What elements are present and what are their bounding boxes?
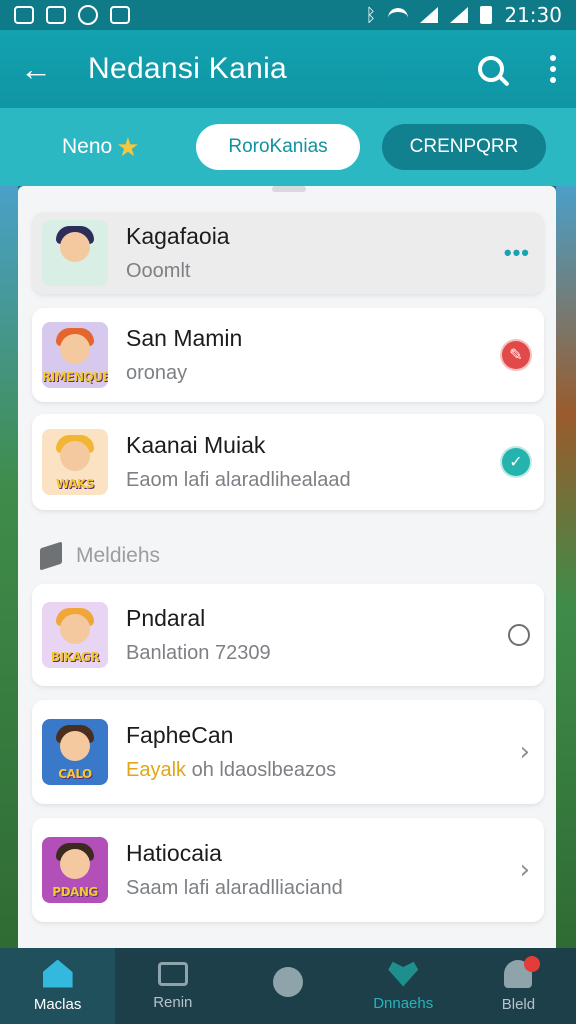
- tab-crenpqrr[interactable]: CRENPQRR: [382, 124, 546, 170]
- signal-icon: [420, 7, 439, 23]
- item-subtitle: Eayalk oh ldaoslbeazos: [126, 759, 337, 781]
- tab-neno[interactable]: Neno ★: [24, 132, 174, 163]
- page-title: Nedansi Kania: [88, 52, 288, 85]
- avatar: CALO: [42, 719, 108, 785]
- nav-renin[interactable]: Renin: [115, 948, 230, 1024]
- tab-label: Neno: [62, 135, 113, 158]
- item-subtitle: oronay: [126, 362, 188, 384]
- signal-icon-2: [450, 7, 469, 23]
- nav-home[interactable]: Maclas: [0, 948, 116, 1024]
- bluetooth-icon: ᛒ: [365, 4, 377, 25]
- list-item[interactable]: RIMENQUE San Mamin oronay ✎: [32, 308, 544, 402]
- status-bar: ᛒ 21:30: [0, 0, 576, 30]
- item-subtitle: Banlation 72309: [126, 642, 271, 664]
- nav-label: Bleld: [501, 995, 536, 1013]
- more-options-icon[interactable]: [550, 55, 556, 83]
- item-name: Pndaral: [126, 605, 206, 631]
- list-item[interactable]: WAKS Kaanai Muiak Eaom lafi alaradliheal…: [32, 414, 544, 510]
- camera-icon: [78, 5, 98, 25]
- section-label: Meldiehs: [76, 544, 161, 567]
- background-scenery-left: [0, 186, 18, 948]
- bottom-nav: Maclas Renin Dnnaehs Bleld: [0, 948, 576, 1024]
- status-time: 21:30: [504, 3, 562, 27]
- nav-label: Dnnaehs: [373, 994, 434, 1012]
- bag-icon: [46, 6, 66, 24]
- check-badge-icon: ✓: [502, 448, 530, 476]
- nav-globe[interactable]: [230, 948, 345, 1024]
- edit-icon: [110, 6, 130, 24]
- item-name: Kaanai Muiak: [126, 432, 266, 458]
- avatar: RIMENQUE: [42, 322, 108, 388]
- item-name: Hatiocaia: [126, 840, 222, 866]
- drag-handle[interactable]: [272, 186, 306, 192]
- item-name: Kagafaoia: [126, 223, 230, 249]
- background-scenery-right: [556, 186, 576, 948]
- list-item[interactable]: Kagafaoia Ooomlt •••: [32, 212, 544, 294]
- app-bar: ← Nedansi Kania: [0, 30, 576, 108]
- chat-icon: [157, 961, 188, 986]
- list-item[interactable]: BIKAGR Pndaral Banlation 72309: [32, 584, 544, 686]
- avatar: PDANG: [42, 837, 108, 903]
- avatar: BIKAGR: [42, 602, 108, 668]
- wifi-icon: [388, 8, 409, 22]
- nav-bleld[interactable]: Bleld: [461, 948, 576, 1024]
- nav-label: Maclas: [33, 995, 82, 1013]
- home-icon: [42, 959, 73, 988]
- chevron-right-icon[interactable]: ›: [520, 855, 530, 885]
- list-item[interactable]: PDANG Hatiocaia Saam lafi alaradlliacian…: [32, 818, 544, 922]
- alert-badge-icon: ✎: [502, 341, 530, 369]
- item-name: FapheCan: [126, 722, 234, 748]
- item-name: San Mamin: [126, 325, 243, 351]
- tab-row: Neno ★ RoroKanias CRENPQRR: [0, 108, 576, 186]
- chevron-right-icon[interactable]: ›: [520, 737, 530, 767]
- list-sheet: Kagafaoia Ooomlt ••• RIMENQUE San Mamin …: [18, 186, 556, 948]
- battery-icon: [480, 6, 493, 24]
- star-icon: ★: [116, 131, 140, 162]
- item-subtitle: Saam lafi alaradlliaciand: [126, 877, 343, 899]
- globe-icon: [273, 967, 303, 997]
- back-arrow-icon[interactable]: ←: [20, 51, 60, 88]
- gallery-icon: [14, 6, 34, 24]
- radio-icon[interactable]: [508, 624, 530, 646]
- tab-rorokanias[interactable]: RoroKanias: [196, 124, 360, 170]
- item-subtitle: Ooomlt: [126, 260, 191, 282]
- avatar: WAKS: [42, 429, 108, 495]
- item-subtitle: Eaom lafi alaradlihealaad: [126, 469, 351, 491]
- more-dots-icon[interactable]: •••: [504, 240, 530, 266]
- heart-icon: [388, 961, 419, 987]
- notification-dot: [524, 956, 541, 972]
- avatar: [42, 220, 108, 286]
- list-item[interactable]: CALO FapheCan Eayalk oh ldaoslbeazos ›: [32, 700, 544, 804]
- section-header: Meldiehs: [40, 541, 161, 571]
- nav-dnnaehs[interactable]: Dnnaehs: [346, 948, 461, 1024]
- cube-icon: [40, 541, 62, 571]
- nav-label: Renin: [153, 993, 193, 1011]
- search-icon[interactable]: [478, 56, 504, 82]
